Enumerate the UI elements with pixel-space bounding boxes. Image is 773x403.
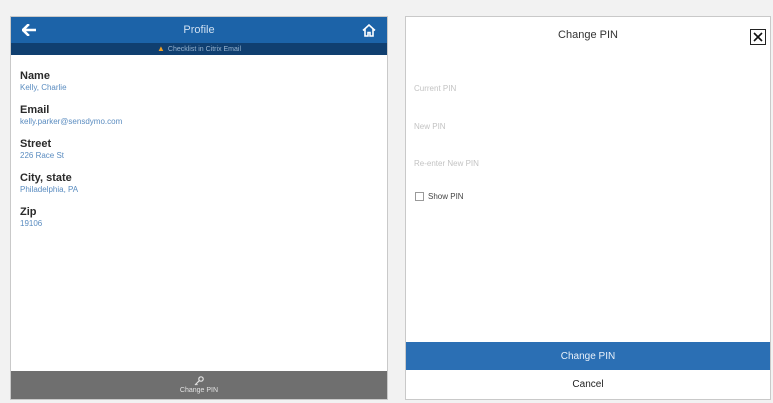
warning-icon: ▲ <box>156 44 165 53</box>
checkbox-box[interactable] <box>415 192 424 201</box>
change-pin-submit-button[interactable]: Change PIN <box>406 342 770 370</box>
profile-fields: Name Kelly, Charlie Email kelly.parker@s… <box>11 55 387 229</box>
profile-header: Profile <box>11 17 387 43</box>
close-icon <box>753 32 763 42</box>
new-pin-input[interactable] <box>414 117 754 135</box>
field-label: Zip <box>20 206 37 218</box>
change-notice-bar[interactable]: ▲ Checklist in Citrix Email <box>11 43 387 55</box>
field-name: Name Kelly, Charlie <box>20 70 387 93</box>
current-pin-input[interactable] <box>414 79 754 97</box>
page-title: Profile <box>183 24 215 36</box>
change-pin-dialog: Change PIN Show PIN Change PIN Cancel <box>405 16 771 400</box>
dialog-title: Change PIN <box>558 29 618 41</box>
field-city-state: City, state Philadelphia, PA <box>20 172 387 195</box>
field-value: Kelly, Charlie <box>20 83 67 92</box>
field-value: 19106 <box>20 219 43 228</box>
back-button[interactable] <box>19 21 39 39</box>
field-value: 226 Race St <box>20 151 65 160</box>
change-pin-footer-button[interactable]: Change PIN <box>11 371 387 399</box>
change-notice-text: Checklist in Citrix Email <box>167 45 242 53</box>
footer-label: Change PIN <box>179 387 219 394</box>
home-button[interactable] <box>359 21 379 39</box>
field-value: kelly.parker@sensdymo.com <box>20 117 123 126</box>
field-zip: Zip 19106 <box>20 206 387 229</box>
field-value: Philadelphia, PA <box>20 185 79 194</box>
show-pin-label: Show PIN <box>428 192 464 201</box>
cancel-button[interactable]: Cancel <box>406 373 770 395</box>
reenter-pin-input[interactable] <box>414 154 754 172</box>
home-icon <box>362 23 376 37</box>
field-label: Street <box>20 138 52 150</box>
field-email: Email kelly.parker@sensdymo.com <box>20 104 387 127</box>
field-label: Name <box>20 70 50 82</box>
field-label: Email <box>20 104 50 116</box>
close-button[interactable] <box>750 29 766 45</box>
field-label: City, state <box>20 172 72 184</box>
key-icon <box>194 376 204 386</box>
show-pin-checkbox[interactable]: Show PIN <box>415 192 464 201</box>
field-street: Street 226 Race St <box>20 138 387 161</box>
profile-panel: Profile ▲ Checklist in Citrix Email Name… <box>10 16 388 400</box>
arrow-left-icon <box>22 24 36 36</box>
